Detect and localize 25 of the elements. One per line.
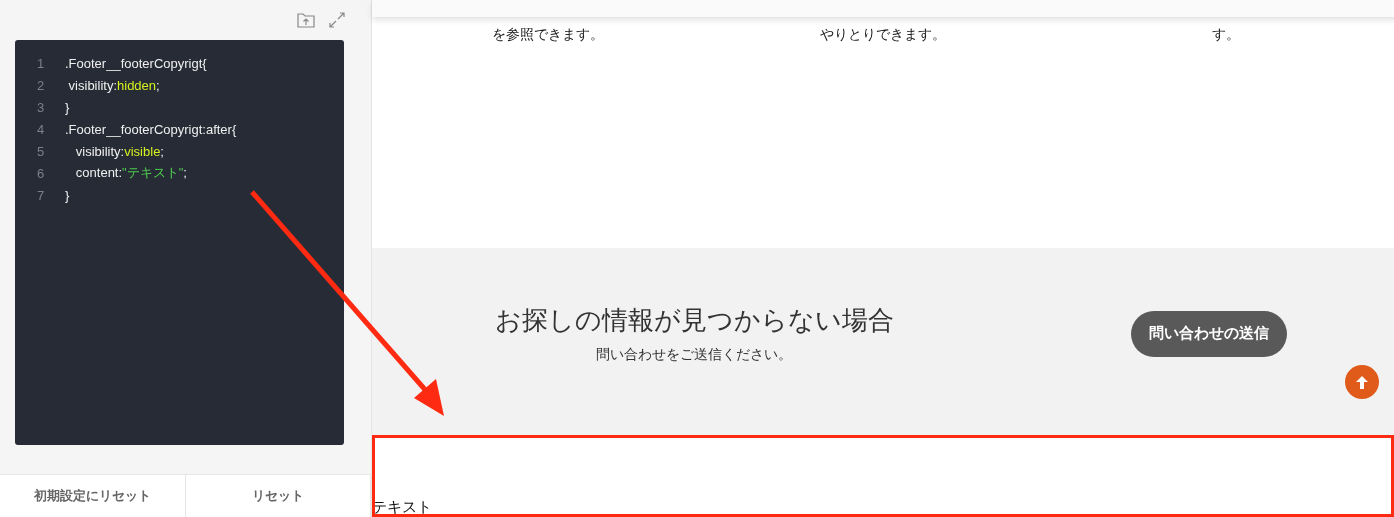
code-line: visibility:visible; (74, 143, 164, 159)
contact-subtitle: 問い合わせをご送信ください。 (596, 346, 792, 364)
line-number: 2 (36, 77, 46, 93)
contact-heading: お探しの情報が見つからない場合 (494, 304, 894, 337)
code-line: .Footer__footerCopyrigt{ (65, 55, 207, 71)
code-line: } (65, 99, 70, 115)
code-line: content:"テキスト"; (74, 164, 187, 182)
code-editor[interactable]: 1 .Footer__footerCopyrigt{ 2 visibility:hidden; 3 } 4 .Footer__footerCopyrigt:after{ 5 visibility:visible; 6 content:"テキスト"; 7 } (15, 40, 344, 445)
line-number: 6 (36, 165, 46, 181)
code-line: visibility:hidden; (67, 77, 160, 93)
feature-text: す。 (1212, 26, 1241, 44)
line-number: 4 (36, 121, 46, 137)
upload-folder-icon[interactable] (297, 11, 315, 29)
footer-text: テキスト (372, 497, 432, 517)
feature-text: やりとりできます。 (820, 26, 947, 44)
contact-button[interactable]: 問い合わせの送信 (1131, 310, 1287, 357)
line-number: 1 (36, 55, 46, 71)
arrow-up-icon (1356, 375, 1368, 389)
line-number: 3 (36, 99, 46, 115)
line-number: 7 (36, 187, 46, 203)
feature-text: を参照できます。 (492, 26, 605, 44)
code-line: .Footer__footerCopyrigt:after{ (65, 121, 237, 137)
line-number: 5 (36, 143, 46, 159)
code-line: } (65, 187, 70, 203)
expand-icon[interactable] (329, 12, 345, 28)
